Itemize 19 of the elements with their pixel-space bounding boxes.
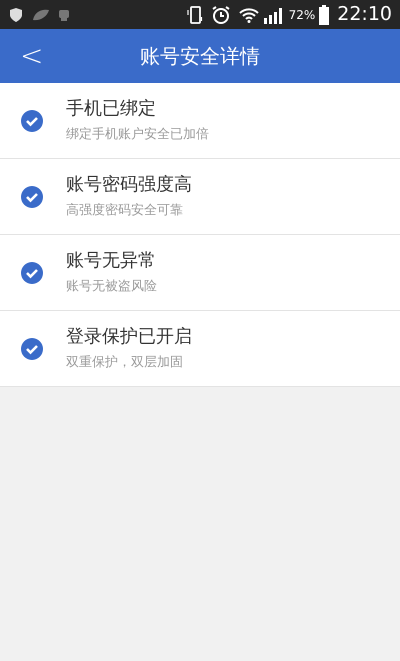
item-subtitle: 双重保护，双层加固 [66, 354, 184, 372]
item-title: 账号密码强度高 [66, 172, 192, 196]
alarm-icon [210, 4, 231, 24]
item-subtitle: 绑定手机账户安全已加倍 [66, 126, 209, 144]
page-title: 账号安全详情 [140, 43, 260, 70]
back-button[interactable]: < [20, 42, 44, 70]
shield-icon [8, 6, 24, 22]
leaf-icon [32, 8, 50, 22]
wifi-icon [238, 6, 259, 22]
battery-percent: 72% [288, 6, 316, 24]
signal-icon [262, 6, 285, 24]
item-title: 手机已绑定 [66, 96, 157, 120]
item-title: 账号无异常 [66, 248, 157, 272]
status-time: 22:10 [337, 2, 392, 28]
vibrate-icon [186, 4, 203, 24]
item-title: 登录保护已开启 [66, 324, 192, 348]
item-subtitle: 高强度密码安全可靠 [66, 202, 184, 220]
item-subtitle: 账号无被盗风险 [66, 278, 157, 296]
battery-icon [319, 4, 330, 24]
